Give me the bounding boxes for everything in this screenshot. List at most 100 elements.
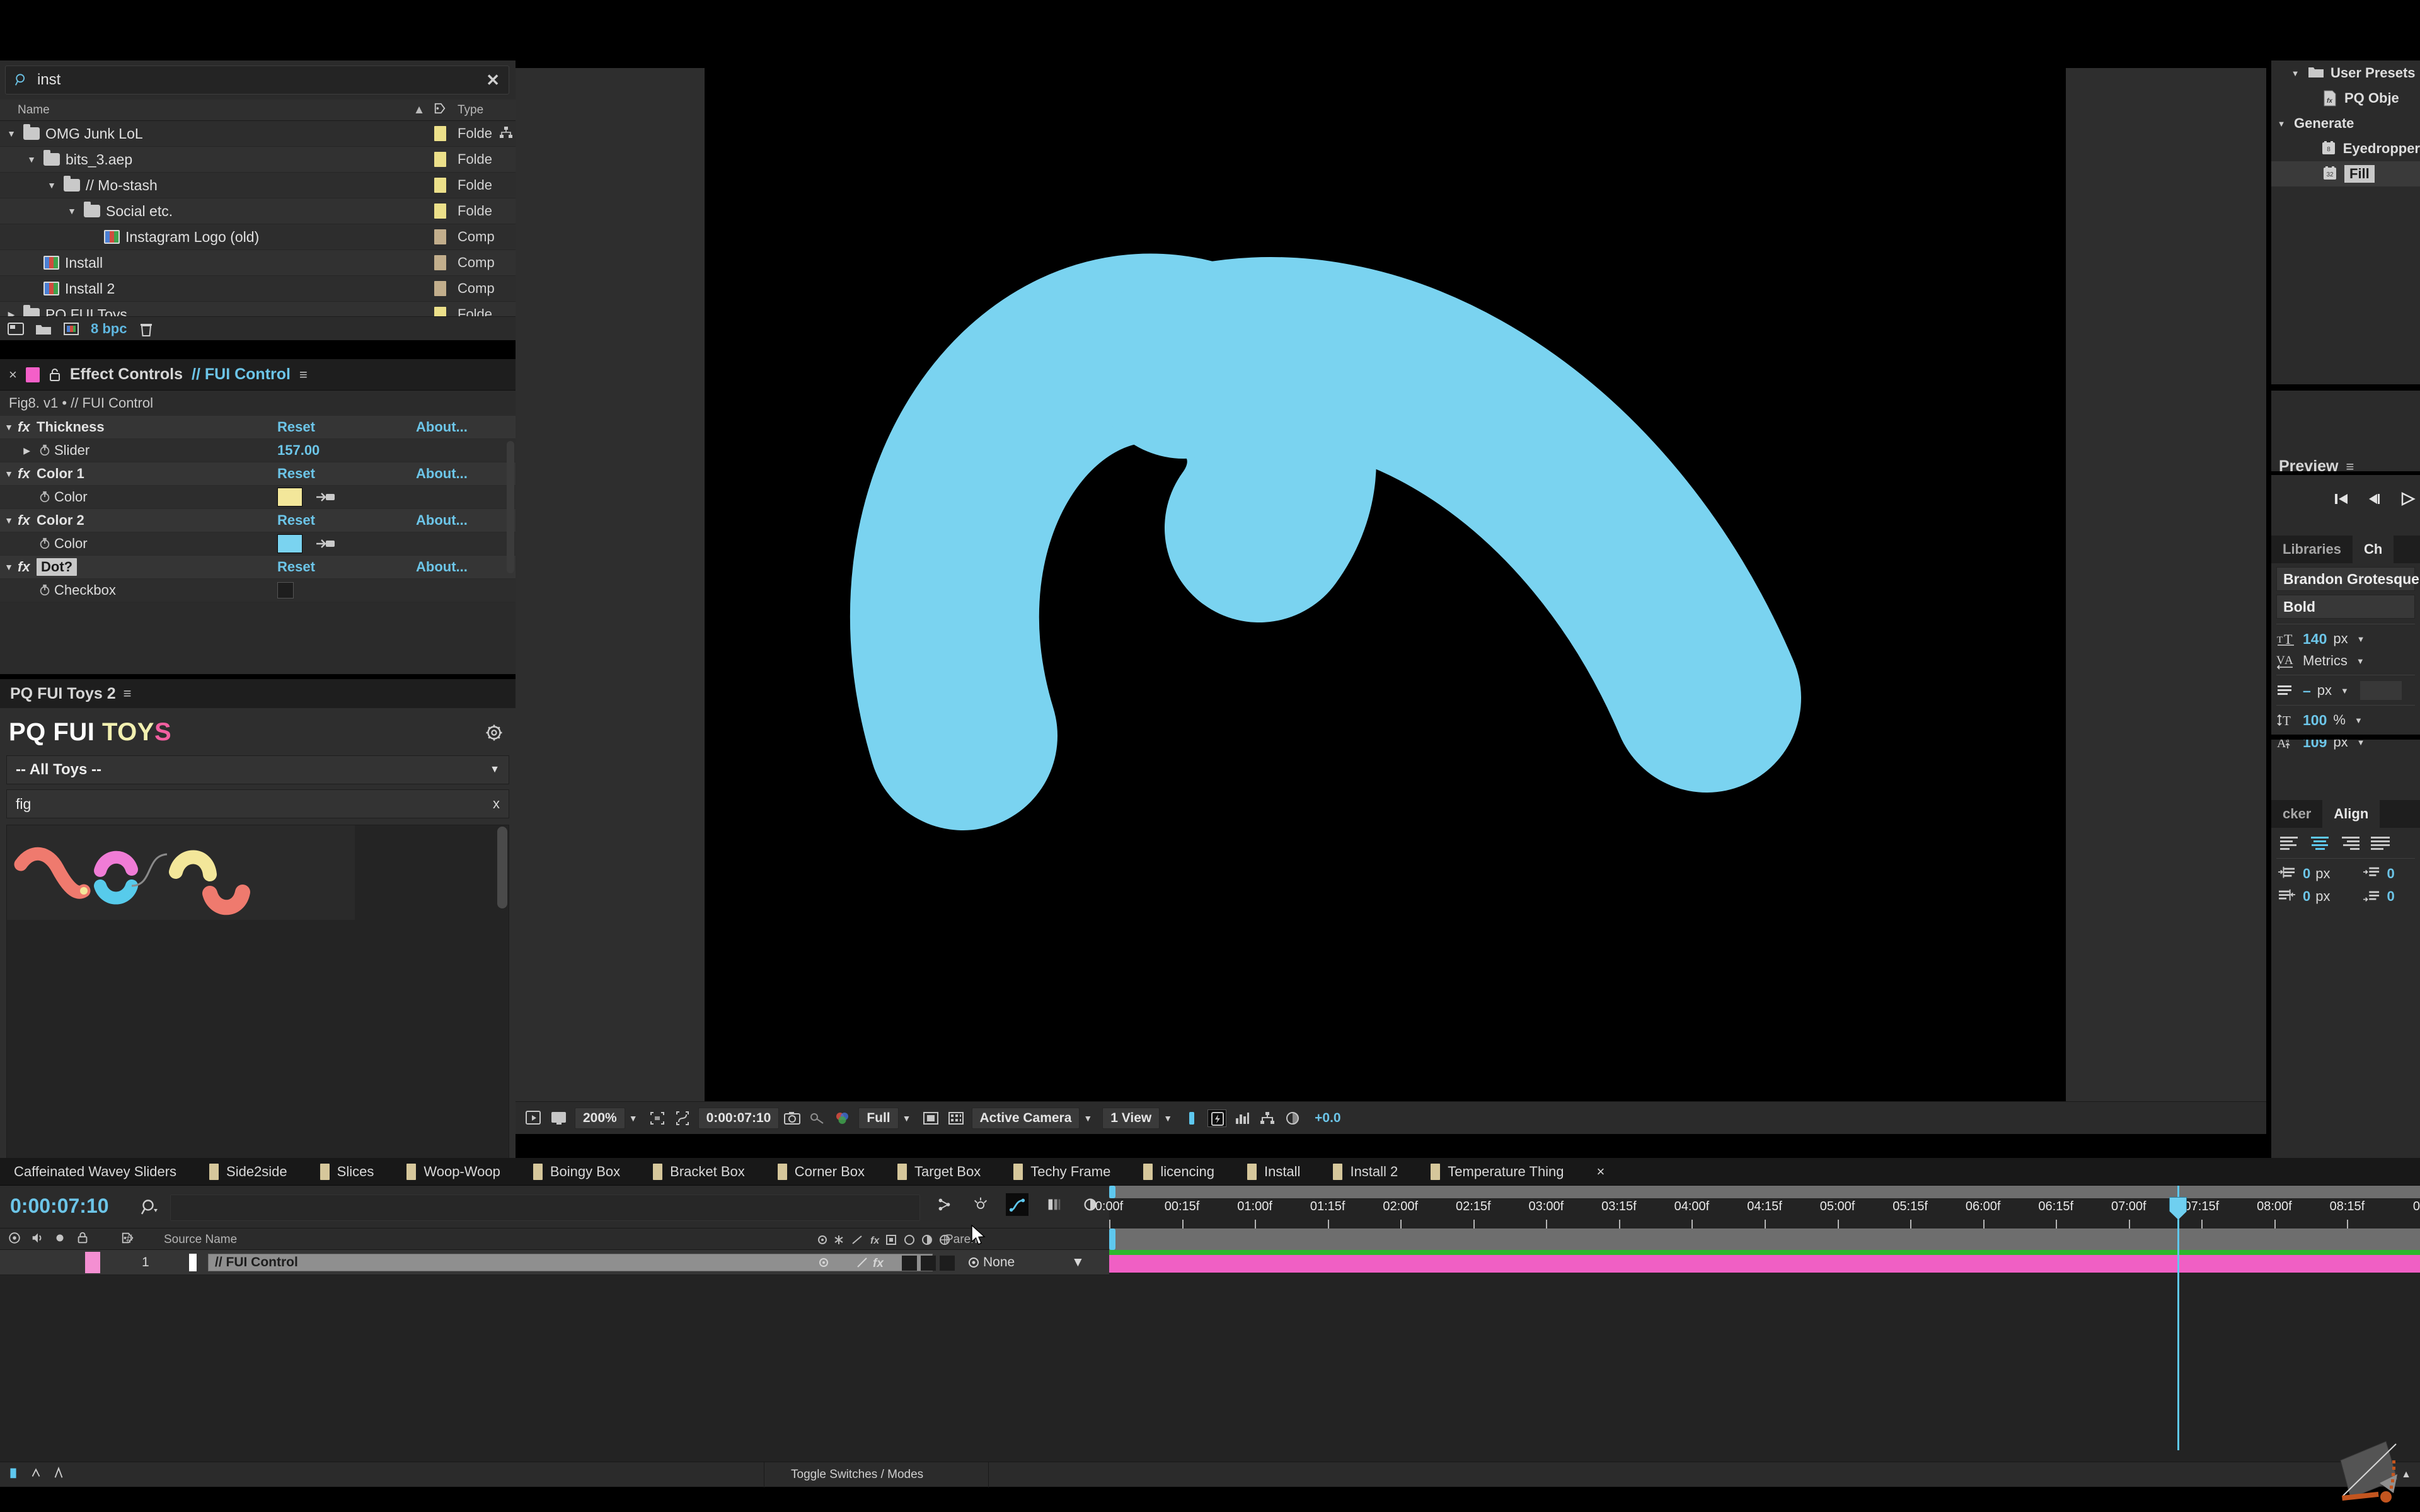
panel-menu-icon[interactable] — [124, 687, 132, 701]
comp-tab[interactable]: Slices — [304, 1158, 391, 1185]
eyedropper-icon[interactable] — [315, 536, 337, 551]
project-item-row[interactable]: ▶ Instagram Logo (old) Comp — [0, 224, 516, 250]
disclosure-open-icon[interactable] — [2289, 69, 2302, 78]
effects-preset-row[interactable]: fx PQ Obje — [2271, 86, 2420, 111]
property-value[interactable]: 157.00 — [277, 442, 320, 459]
zoom-caret-icon[interactable]: ▼ — [629, 1113, 638, 1123]
item-label-swatch[interactable] — [427, 229, 452, 244]
current-time-field[interactable]: 0:00:07:10 — [698, 1107, 780, 1129]
snapshot-icon[interactable] — [783, 1109, 802, 1127]
effect-property-row[interactable]: Checkbox — [0, 579, 516, 602]
solo-icon[interactable] — [53, 1231, 67, 1248]
pq-fui-toys-title[interactable]: PQ FUI Toys 2 — [10, 685, 116, 703]
tracking-value[interactable]: – — [2303, 682, 2311, 699]
motion-blur-icon[interactable] — [1042, 1193, 1065, 1216]
chevron-down-icon[interactable]: ▼ — [2357, 634, 2365, 644]
play-icon[interactable] — [2397, 490, 2416, 508]
lock-icon[interactable] — [76, 1231, 89, 1248]
previous-frame-icon[interactable] — [2365, 490, 2383, 508]
project-item-row[interactable]: ▶ Install Comp — [0, 250, 516, 276]
tracking-row[interactable]: – px ▼ — [2271, 677, 2420, 700]
new-comp-icon[interactable] — [8, 322, 24, 336]
panel-tab[interactable]: Ch — [2352, 536, 2394, 563]
effect-header-row[interactable]: fx Thickness Reset About... — [0, 416, 516, 439]
transparency-grid-icon[interactable] — [921, 1109, 940, 1127]
panel-tab[interactable]: Align — [2322, 800, 2380, 828]
comp-tab[interactable]: Install 2 — [1317, 1158, 1414, 1185]
work-area-bar[interactable] — [1109, 1228, 2420, 1250]
font-size-value[interactable]: 140 — [2303, 631, 2327, 648]
indent-right-value[interactable]: 0 — [2303, 888, 2310, 905]
color-swatch[interactable] — [277, 488, 302, 507]
gear-icon[interactable] — [484, 723, 504, 743]
font-size-row[interactable]: TT 140 px ▼ — [2271, 626, 2420, 648]
paragraph-align-buttons[interactable] — [2271, 828, 2420, 853]
project-item-row[interactable]: ▶ Install 2 Comp — [0, 276, 516, 302]
pq-category-select[interactable]: -- All Toys -- ▼ — [6, 755, 509, 784]
camera-field[interactable]: Active Camera — [971, 1107, 1080, 1129]
indent-left-value[interactable]: 0 — [2303, 866, 2310, 882]
hide-shy-icon[interactable] — [969, 1193, 992, 1216]
item-label-swatch[interactable] — [427, 152, 452, 167]
close-tab-icon[interactable]: × — [1581, 1158, 1622, 1185]
first-frame-icon[interactable] — [2332, 490, 2351, 508]
item-label-swatch[interactable] — [427, 178, 452, 193]
exposure-reset-icon[interactable] — [1283, 1109, 1302, 1127]
baseline-shift-row[interactable]: Aa 109 px ▼ — [2271, 729, 2420, 751]
region-of-interest-icon[interactable] — [648, 1109, 667, 1127]
effects-preset-row[interactable]: User Presets — [2271, 60, 2420, 86]
column-header-source-name[interactable]: Source Name — [164, 1233, 237, 1247]
chevron-down-icon[interactable]: ▼ — [2341, 686, 2349, 696]
disclosure-open-icon[interactable]: ▼ — [25, 154, 38, 164]
timeline-search-input[interactable] — [170, 1194, 920, 1221]
camera-caret-icon[interactable]: ▼ — [1083, 1113, 1092, 1123]
effect-property-row[interactable]: Color — [0, 486, 516, 509]
panel-tab[interactable]: Libraries — [2271, 536, 2353, 563]
effect-about-button[interactable]: About... — [416, 559, 468, 575]
align-center-icon[interactable] — [2309, 834, 2331, 853]
comp-tab[interactable]: Techy Frame — [997, 1158, 1127, 1185]
sort-ascending-icon[interactable]: ▲ — [411, 103, 427, 117]
pixel-aspect-icon[interactable] — [947, 1109, 965, 1127]
item-label-swatch[interactable] — [427, 255, 452, 270]
effect-about-button[interactable]: About... — [416, 512, 468, 529]
align-right-icon[interactable] — [2339, 834, 2361, 853]
effect-name[interactable]: Color 1 — [37, 466, 84, 482]
clear-search-icon[interactable]: ✕ — [486, 71, 500, 90]
parent-caret-icon[interactable]: ▼ — [1071, 1255, 1085, 1270]
panel-divider[interactable] — [2271, 471, 2420, 475]
zoom-level-field[interactable]: 200% — [575, 1107, 625, 1129]
effect-controls-scrollbar[interactable] — [507, 441, 514, 573]
space-before-value[interactable]: 0 — [2387, 866, 2395, 882]
paragraph-panel-tabs[interactable]: cker Align — [2271, 800, 2420, 828]
effect-about-button[interactable]: About... — [416, 419, 468, 435]
disclosure-closed-icon[interactable]: ▶ — [5, 309, 18, 317]
effect-reset-button[interactable]: Reset — [277, 466, 315, 482]
project-item-row[interactable]: ▶ PQ FUI Toys Folde — [0, 302, 516, 316]
stopwatch-icon[interactable] — [35, 490, 54, 504]
project-item-row[interactable]: ▼ OMG Junk LoL Folde — [0, 121, 516, 147]
timeline-ruler-ticks[interactable]: 0:00f 00:15f 01:00f 01:15f 02:00f 02:15f 03:00… — [1095, 1198, 2420, 1228]
panel-divider[interactable] — [0, 674, 516, 679]
effect-header-row[interactable]: fx Color 2 Reset About... — [0, 509, 516, 532]
comp-flowchart-icon[interactable] — [1258, 1109, 1277, 1127]
timeline-current-time[interactable]: 0:00:07:10 — [10, 1194, 109, 1218]
stopwatch-icon[interactable] — [35, 583, 54, 597]
panel-divider[interactable] — [0, 340, 516, 359]
kerning-value[interactable]: Metrics — [2303, 653, 2348, 669]
disclosure-open-icon[interactable]: ▼ — [5, 129, 18, 139]
comp-tab[interactable]: Install — [1231, 1158, 1317, 1185]
property-checkbox[interactable] — [277, 582, 294, 598]
chevron-down-icon[interactable]: ▼ — [2356, 656, 2365, 666]
comp-tab[interactable]: licencing — [1127, 1158, 1231, 1185]
effects-preset-row[interactable]: 32 Fill — [2271, 161, 2420, 186]
comp-tab[interactable]: Corner Box — [761, 1158, 881, 1185]
draft-3d-icon[interactable] — [933, 1193, 955, 1216]
effect-header-row[interactable]: fx Dot? Reset About... — [0, 556, 516, 579]
composition-tab-strip[interactable]: Caffeinated Wavey Sliders Side2side Slices… — [0, 1158, 2420, 1186]
effect-property-row[interactable]: Color — [0, 532, 516, 556]
timeline-ruler-area[interactable]: 0:00f 00:15f 01:00f 01:15f 02:00f 02:15f 03:00… — [1095, 1186, 2420, 1487]
project-search-field[interactable]: inst ✕ — [5, 66, 509, 94]
interpret-footage-icon[interactable] — [63, 322, 79, 336]
vertical-scale-row[interactable]: T 100 % ▼ — [2271, 707, 2420, 729]
